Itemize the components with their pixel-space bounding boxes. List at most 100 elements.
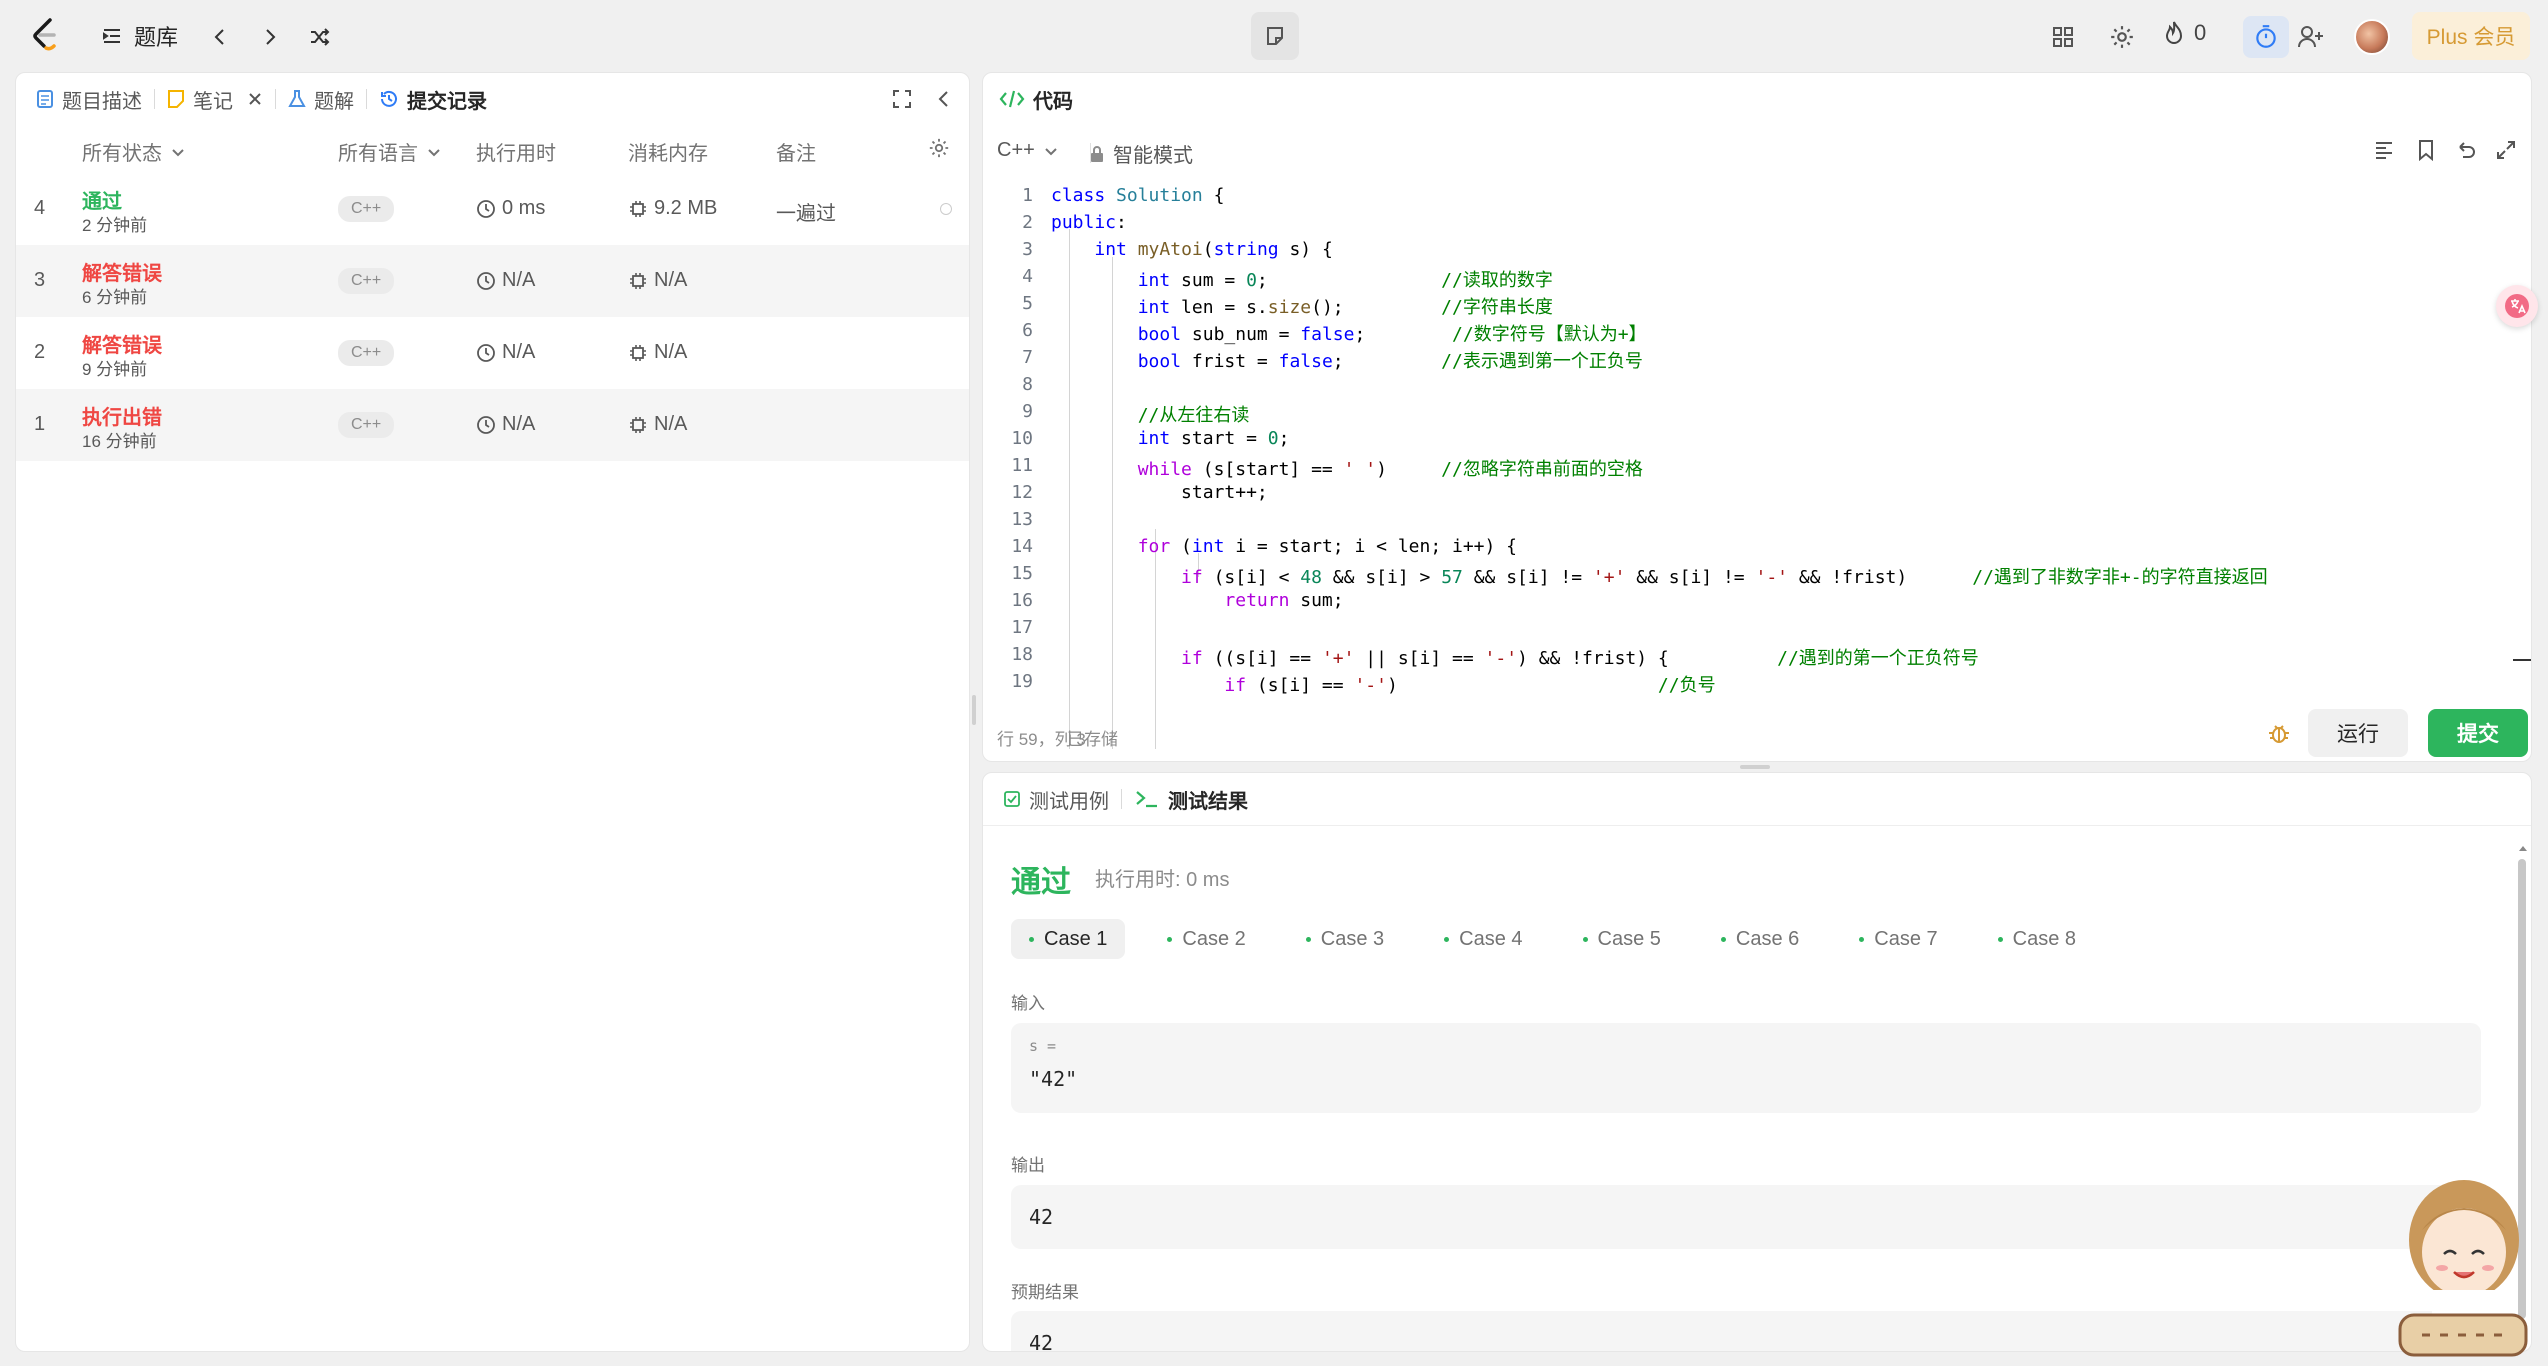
streak-count: 0 bbox=[2194, 20, 2207, 45]
case-tab[interactable]: Case 6 bbox=[1703, 919, 1817, 959]
case-tab-label: Case 6 bbox=[1735, 927, 1800, 950]
prev-problem-button[interactable] bbox=[203, 20, 237, 54]
lock-icon bbox=[1091, 145, 1103, 162]
horizontal-resize-handle[interactable] bbox=[1740, 765, 1770, 769]
settings-button[interactable] bbox=[2105, 20, 2139, 54]
row-status[interactable]: 通过 bbox=[82, 185, 122, 214]
row-language-badge: C++ bbox=[338, 268, 395, 294]
list-icon bbox=[103, 29, 120, 43]
table-settings-button[interactable] bbox=[928, 137, 950, 159]
table-row[interactable]: 2 解答错误 9 分钟前 C++ N/A N/A bbox=[16, 317, 969, 389]
tab-notes[interactable]: 笔记 bbox=[167, 73, 263, 125]
tab-test-results[interactable]: 测试结果 bbox=[1134, 773, 1248, 825]
submit-button[interactable]: 提交 bbox=[2428, 709, 2528, 757]
tab-submissions[interactable]: 提交记录 bbox=[379, 73, 487, 125]
clock-icon bbox=[477, 199, 495, 218]
table-row[interactable]: 4 通过 2 分钟前 C++ 0 ms 9.2 MB 一遍过 bbox=[16, 173, 969, 245]
streak-counter[interactable]: 0 bbox=[2162, 20, 2206, 46]
language-filter[interactable]: 所有语言 bbox=[338, 137, 442, 166]
code-line: //从左往右读 bbox=[1137, 405, 1250, 426]
fullscreen-button[interactable] bbox=[2495, 139, 2517, 161]
invite-user-button[interactable] bbox=[2294, 20, 2328, 54]
note-button[interactable] bbox=[1251, 12, 1299, 60]
row-index: 3 bbox=[34, 269, 46, 291]
smart-mode-toggle[interactable]: 智能模式 bbox=[1089, 139, 1193, 168]
language-select[interactable]: C++ bbox=[997, 139, 1059, 162]
bookmark-icon bbox=[2419, 140, 2433, 161]
expand-icon bbox=[2497, 141, 2515, 159]
plus-label: Plus 会员 bbox=[2426, 26, 2516, 49]
case-tab-label: Case 4 bbox=[1459, 927, 1523, 950]
code-line: return sum; bbox=[1224, 590, 1344, 611]
layout-button[interactable] bbox=[2046, 20, 2080, 54]
tab-description[interactable]: 题目描述 bbox=[36, 73, 142, 125]
code-line: public: bbox=[1051, 212, 1127, 233]
code-line: bool sub_num = false; //数字符号【默认为+】 bbox=[1137, 324, 1647, 345]
format-code-button[interactable] bbox=[2373, 139, 2395, 161]
add-user-icon bbox=[2298, 26, 2323, 48]
pass-dot bbox=[1997, 936, 2003, 942]
pass-dot bbox=[1582, 936, 1588, 942]
row-time-ago: 2 分钟前 bbox=[82, 216, 148, 235]
next-problem-button[interactable] bbox=[253, 20, 287, 54]
timer-button[interactable] bbox=[2243, 16, 2289, 58]
code-line: if (s[i] == '-') //负号 bbox=[1224, 675, 1716, 696]
undo-icon bbox=[2459, 142, 2475, 158]
case-tab[interactable]: Case 8 bbox=[1980, 919, 2094, 959]
memory-header: 消耗内存 bbox=[628, 143, 708, 165]
history-icon bbox=[381, 90, 397, 107]
line-number: 9 bbox=[1022, 401, 1033, 422]
row-runtime: 0 ms bbox=[476, 197, 545, 220]
run-button[interactable]: 运行 bbox=[2308, 709, 2408, 757]
gear-icon bbox=[2111, 26, 2133, 48]
row-marker[interactable] bbox=[940, 203, 952, 215]
code-line: int sum = 0; //读取的数字 bbox=[1137, 270, 1553, 291]
row-status[interactable]: 解答错误 bbox=[82, 257, 162, 286]
code-editor[interactable]: 1 2 3 4 5 6 7 8 9 10 11 12 13 14 15 16 1… bbox=[983, 185, 2531, 760]
close-icon[interactable] bbox=[247, 91, 263, 107]
case-tab[interactable]: Case 4 bbox=[1426, 919, 1540, 959]
collapse-panel-button[interactable] bbox=[934, 89, 954, 109]
case-tab[interactable]: Case 3 bbox=[1288, 919, 1402, 959]
row-runtime-value: 0 ms bbox=[502, 197, 546, 219]
problem-list-button[interactable]: 题库 bbox=[100, 20, 178, 52]
vertical-resize-handle[interactable] bbox=[972, 695, 976, 725]
tab-code[interactable]: 代码 bbox=[999, 73, 1073, 125]
maximize-button[interactable] bbox=[892, 89, 912, 109]
row-language-badge: C++ bbox=[338, 412, 395, 438]
row-status[interactable]: 解答错误 bbox=[82, 329, 162, 358]
line-number: 11 bbox=[1011, 455, 1033, 476]
tab-solutions[interactable]: 题解 bbox=[288, 73, 354, 125]
case-tab[interactable]: Case 2 bbox=[1149, 919, 1263, 959]
case-tab-label: Case 2 bbox=[1182, 927, 1246, 950]
expected-label: 预期结果 bbox=[1011, 1283, 1079, 1302]
plus-membership-button[interactable]: Plus 会员 bbox=[2412, 12, 2530, 60]
status-filter[interactable]: 所有状态 bbox=[82, 137, 186, 166]
avatar[interactable] bbox=[2354, 19, 2390, 55]
run-button-label: 运行 bbox=[2337, 723, 2379, 746]
table-row[interactable]: 1 执行出错 16 分钟前 C++ N/A N/A bbox=[16, 389, 969, 461]
bookmark-button[interactable] bbox=[2415, 139, 2437, 161]
code-line: bool frist = false; //表示遇到第一个正负号 bbox=[1137, 351, 1643, 372]
row-runtime-value: N/A bbox=[502, 269, 536, 291]
tab-testcases[interactable]: 测试用例 bbox=[1003, 773, 1109, 825]
logo-icon[interactable] bbox=[30, 18, 60, 52]
reset-code-button[interactable] bbox=[2455, 139, 2477, 161]
case-tab-label: Case 5 bbox=[1597, 927, 1661, 950]
layout-icon bbox=[2053, 27, 2073, 47]
smart-mode-label: 智能模式 bbox=[1113, 145, 1193, 167]
random-problem-button[interactable] bbox=[303, 20, 337, 54]
case-tab[interactable]: Case 1 bbox=[1011, 919, 1126, 959]
row-status[interactable]: 执行出错 bbox=[82, 401, 162, 430]
clock-icon bbox=[477, 415, 495, 434]
debug-button[interactable] bbox=[2267, 721, 2291, 745]
case-tab[interactable]: Case 5 bbox=[1565, 919, 1679, 959]
pass-dot bbox=[1305, 936, 1311, 942]
translate-button[interactable] bbox=[2496, 285, 2538, 327]
case-tab[interactable]: Case 7 bbox=[1841, 919, 1955, 959]
case-tab-label: Case 3 bbox=[1320, 927, 1385, 950]
tab-testcases-label: 测试用例 bbox=[1029, 790, 1109, 813]
row-note[interactable]: 一遍过 bbox=[776, 197, 836, 226]
chevron-down-icon bbox=[172, 148, 184, 156]
table-row[interactable]: 3 解答错误 6 分钟前 C++ N/A N/A bbox=[16, 245, 969, 317]
